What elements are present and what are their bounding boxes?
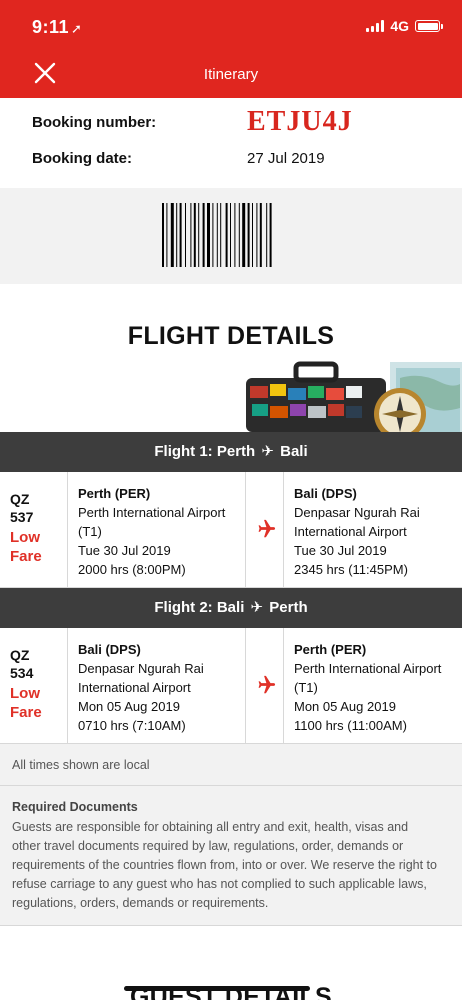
status-time-text: 9:11	[32, 17, 70, 37]
flight-code: QZ 537	[10, 491, 34, 525]
flight-2-origin-label: Flight 2: Bali	[154, 599, 245, 616]
departure-time: 0710 hrs (7:10AM)	[78, 718, 186, 733]
booking-number-value: ETJU4J	[247, 106, 353, 137]
required-documents-panel: Required Documents Guests are responsibl…	[0, 786, 462, 926]
departure-code: Perth (PER)	[78, 486, 151, 501]
booking-date-value: 27 Jul 2019	[247, 150, 325, 167]
flight-details-title: FLIGHT DETAILS	[127, 322, 335, 350]
arrival-airport-line1: Perth International Airport	[294, 661, 442, 676]
arrival-time: 1100 hrs (11:00AM)	[294, 718, 407, 733]
barcode-panel	[0, 188, 462, 284]
departure-airport-line2: International Airport	[78, 680, 191, 695]
red-airplane-icon	[258, 519, 276, 538]
airplane-icon: ✈	[261, 443, 274, 460]
fare-type-line2: Fare	[10, 704, 42, 721]
flight-1-row: QZ 537 Low Fare Perth (PER) Perth Intern…	[0, 472, 462, 588]
flight-2-header: Flight 2: Bali ✈ Perth	[0, 588, 462, 628]
app-header: 9:11 ➚ 4G Itinerary	[0, 0, 462, 98]
flight-2-destination-label: Perth	[269, 599, 308, 616]
flight-1-direction	[246, 472, 284, 587]
arrival-date: Tue 30 Jul 2019	[294, 543, 387, 558]
status-bar-time: 9:11 ➚	[32, 17, 82, 38]
barcode-image	[162, 203, 272, 267]
flight-2-code-cell: QZ 534 Low Fare	[0, 628, 68, 743]
flight-2-row: QZ 534 Low Fare Bali (DPS) Denpasar Ngur…	[0, 628, 462, 744]
departure-airport-line1: Perth International Airport	[78, 505, 226, 520]
departure-date: Mon 05 Aug 2019	[78, 699, 180, 714]
departure-code: Bali (DPS)	[78, 642, 141, 657]
departure-airport-line2: (T1)	[78, 524, 102, 539]
battery-icon	[415, 20, 443, 32]
flight-2-departure: Bali (DPS) Denpasar Ngurah Rai Internati…	[68, 628, 246, 743]
location-arrow-icon: ➚	[71, 21, 83, 36]
signal-bars-icon	[366, 20, 385, 32]
departure-airport-line1: Denpasar Ngurah Rai	[78, 661, 204, 676]
page-title: Itinerary	[203, 66, 259, 83]
luggage-illustration	[246, 361, 462, 432]
fare-type-line1: Low	[10, 529, 40, 546]
flight-2-arrival: Perth (PER) Perth International Airport …	[284, 628, 462, 743]
arrival-code: Perth (PER)	[294, 642, 367, 657]
home-indicator	[124, 986, 310, 991]
fare-type-line1: Low	[10, 685, 40, 702]
flight-code: QZ 534	[10, 647, 34, 681]
network-type: 4G	[390, 18, 409, 34]
times-note: All times shown are local	[0, 744, 462, 786]
flight-1-header: Flight 1: Perth ✈ Bali	[0, 432, 462, 472]
status-bar-indicators: 4G	[366, 18, 443, 34]
booking-date-label: Booking date:	[32, 150, 132, 167]
flight-1-origin-label: Flight 1: Perth	[154, 443, 256, 460]
flight-2-direction	[246, 628, 284, 743]
flight-1-destination-label: Bali	[280, 443, 308, 460]
arrival-airport-line1: Denpasar Ngurah Rai	[294, 505, 420, 520]
airplane-icon: ✈	[250, 599, 264, 616]
departure-date: Tue 30 Jul 2019	[78, 543, 171, 558]
required-documents-text: Guests are responsible for obtaining all…	[12, 820, 437, 910]
red-airplane-icon	[258, 675, 276, 694]
booking-number-label: Booking number:	[32, 114, 157, 131]
required-documents-title: Required Documents	[12, 800, 138, 814]
fare-type-line2: Fare	[10, 548, 42, 565]
arrival-airport-line2: International Airport	[294, 524, 407, 539]
departure-time: 2000 hrs (8:00PM)	[78, 562, 186, 577]
arrival-date: Mon 05 Aug 2019	[294, 699, 396, 714]
flight-1-departure: Perth (PER) Perth International Airport …	[68, 472, 246, 587]
flight-1-arrival: Bali (DPS) Denpasar Ngurah Rai Internati…	[284, 472, 462, 587]
booking-info: Booking number: ETJU4J Booking date: 27 …	[0, 98, 462, 188]
arrival-time: 2345 hrs (11:45PM)	[294, 562, 408, 577]
arrival-airport-line2: (T1)	[294, 680, 318, 695]
flight-1-code-cell: QZ 537 Low Fare	[0, 472, 68, 587]
arrival-code: Bali (DPS)	[294, 486, 357, 501]
